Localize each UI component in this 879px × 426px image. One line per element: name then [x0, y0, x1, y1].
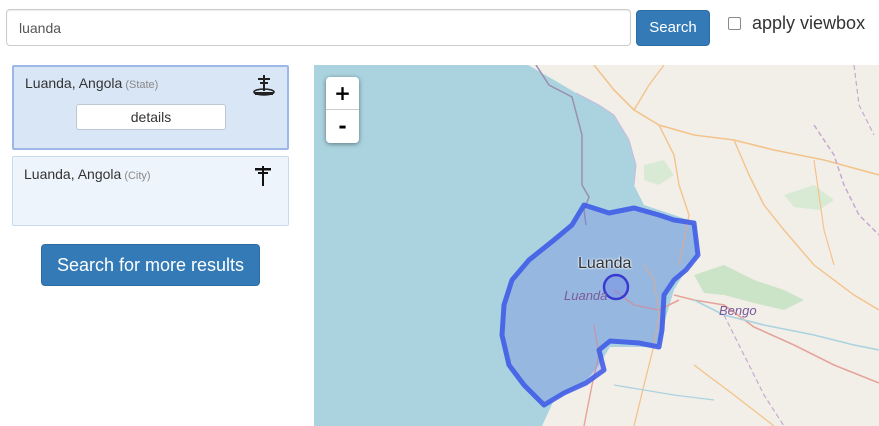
zoom-in-button[interactable]: +: [326, 77, 359, 110]
map-label-luanda: Luanda: [578, 255, 632, 272]
result-name: Luanda, Angola (City): [24, 166, 151, 182]
search-button[interactable]: Search: [636, 10, 710, 46]
apply-viewbox-checkbox[interactable]: [728, 17, 741, 30]
map-tiles: [499, 65, 879, 426]
city-icon: [255, 166, 271, 186]
search-input[interactable]: [6, 9, 631, 46]
zoom-out-button[interactable]: -: [326, 110, 359, 142]
result-name-text: Luanda, Angola: [24, 166, 122, 182]
map-label-bengo: Bengo: [719, 303, 757, 318]
result-name-text: Luanda, Angola: [25, 75, 123, 91]
zoom-control: + -: [326, 77, 359, 143]
apply-viewbox-label: apply viewbox: [752, 13, 866, 33]
result-type: (City): [124, 170, 151, 182]
details-button[interactable]: details: [76, 104, 226, 130]
result-item-state[interactable]: Luanda, Angola (State) details: [12, 65, 289, 150]
search-more-results-button[interactable]: Search for more results: [41, 244, 260, 286]
result-item-city[interactable]: Luanda, Angola (City): [12, 156, 289, 226]
state-icon: [253, 75, 275, 96]
result-type: (State): [125, 79, 159, 91]
map-label-luanda-district: Luanda: [564, 288, 608, 303]
map[interactable]: Luanda Luanda Bengo + -: [314, 65, 879, 426]
result-name: Luanda, Angola (State): [25, 75, 158, 91]
